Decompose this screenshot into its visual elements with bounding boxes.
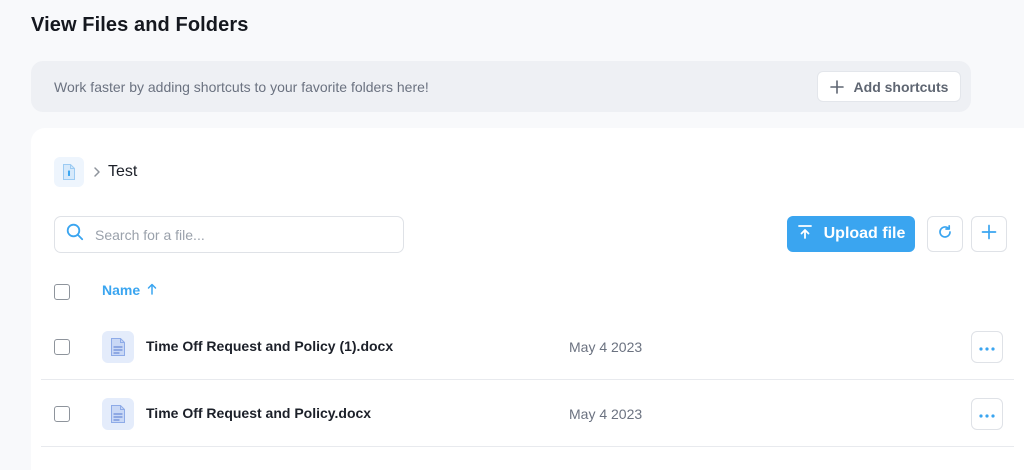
name-column-header[interactable]: Name bbox=[102, 282, 157, 298]
name-column-label: Name bbox=[102, 282, 141, 298]
refresh-icon bbox=[937, 224, 953, 245]
folder-icon[interactable] bbox=[54, 157, 84, 187]
plus-icon bbox=[829, 79, 844, 94]
file-date: May 4 2023 bbox=[569, 339, 643, 355]
files-panel: Test Upload file Name bbox=[31, 128, 1024, 470]
more-options-button[interactable] bbox=[971, 398, 1003, 430]
upload-file-button[interactable]: Upload file bbox=[787, 216, 915, 252]
search-icon bbox=[66, 223, 84, 246]
row-checkbox[interactable] bbox=[54, 406, 70, 422]
table-row[interactable]: Time Off Request and Policy.docx May 4 2… bbox=[41, 381, 1014, 447]
breadcrumb: Test bbox=[54, 157, 137, 187]
plus-icon bbox=[981, 224, 997, 245]
more-options-button[interactable] bbox=[971, 331, 1003, 363]
add-shortcuts-label: Add shortcuts bbox=[853, 78, 949, 95]
page-title: View Files and Folders bbox=[31, 14, 249, 36]
table-header: Name bbox=[31, 278, 1024, 304]
file-date: May 4 2023 bbox=[569, 406, 643, 422]
arrow-up-icon bbox=[147, 282, 157, 298]
shortcuts-message: Work faster by adding shortcuts to your … bbox=[54, 78, 429, 95]
table-row[interactable]: Time Off Request and Policy (1).docx May… bbox=[41, 314, 1014, 380]
file-name[interactable]: Time Off Request and Policy.docx bbox=[146, 405, 371, 421]
more-horizontal-icon bbox=[979, 338, 995, 356]
select-all-checkbox[interactable] bbox=[54, 284, 70, 300]
file-name[interactable]: Time Off Request and Policy (1).docx bbox=[146, 338, 393, 354]
breadcrumb-current: Test bbox=[108, 163, 138, 180]
upload-icon bbox=[797, 224, 813, 245]
more-horizontal-icon bbox=[979, 405, 995, 423]
row-checkbox[interactable] bbox=[54, 339, 70, 355]
add-button[interactable] bbox=[971, 216, 1007, 252]
search-box[interactable] bbox=[54, 216, 404, 253]
add-shortcuts-button[interactable]: Add shortcuts bbox=[817, 71, 961, 102]
shortcuts-banner: Work faster by adding shortcuts to your … bbox=[31, 61, 971, 112]
refresh-button[interactable] bbox=[927, 216, 963, 252]
document-icon bbox=[102, 331, 134, 363]
chevron-right-icon bbox=[93, 166, 101, 178]
search-input[interactable] bbox=[93, 225, 393, 244]
upload-file-label: Upload file bbox=[823, 225, 906, 242]
document-icon bbox=[102, 398, 134, 430]
